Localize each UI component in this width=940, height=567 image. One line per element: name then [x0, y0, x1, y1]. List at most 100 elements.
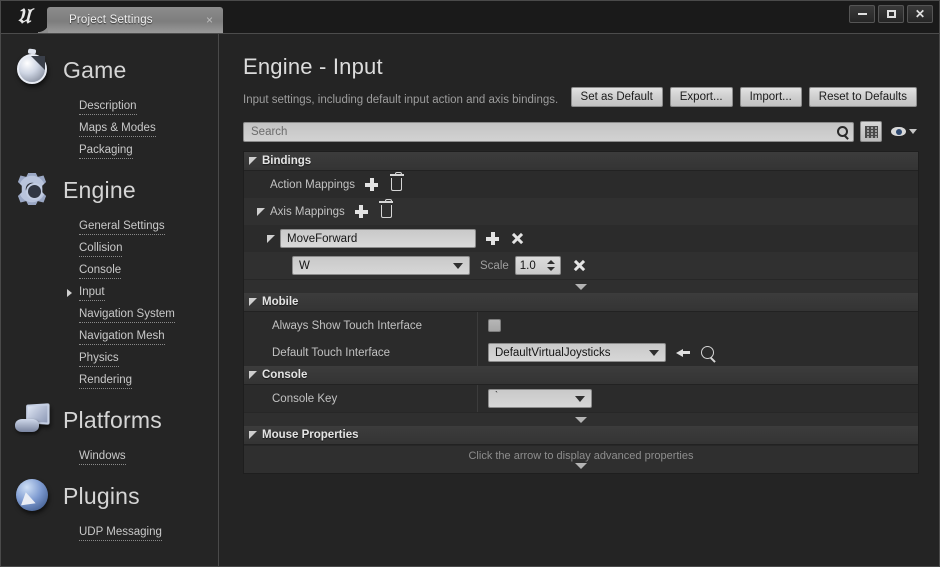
search-row: Search — [243, 121, 917, 142]
sidebar-item-label: Rendering — [79, 374, 133, 389]
section-header-mouse-properties[interactable]: Mouse Properties — [244, 426, 918, 445]
export-button[interactable]: Export... — [669, 87, 733, 107]
advanced-properties-hint: Click the arrow to display advanced prop… — [468, 450, 694, 462]
row-axis-key-binding: W Scale 1.0 — [244, 252, 918, 279]
chevron-right-icon[interactable] — [67, 289, 72, 297]
page-title: Engine - Input — [243, 54, 383, 79]
plus-icon[interactable] — [354, 205, 368, 218]
close-button[interactable]: ✕ — [907, 5, 933, 23]
minimize-icon — [857, 13, 867, 15]
sidebar-item-input[interactable]: Input — [1, 282, 218, 304]
action-mappings-label: Action Mappings — [270, 178, 356, 191]
section-body-bindings: Action Mappings Axis Mappings MoveForwar… — [244, 171, 918, 293]
plus-icon[interactable] — [486, 232, 499, 245]
close-icon[interactable]: × — [202, 14, 217, 26]
sidebar-item-navigation-system[interactable]: Navigation System — [1, 304, 218, 326]
row-action-mappings: Action Mappings — [244, 171, 918, 198]
console-advanced-toggle[interactable] — [244, 412, 918, 426]
sidebar-item-packaging[interactable]: Packaging — [1, 140, 218, 162]
use-selected-asset-icon[interactable] — [676, 347, 690, 359]
nav-group-header-game: Game — [1, 44, 218, 96]
maximize-button[interactable] — [878, 5, 904, 23]
nav-group-header-engine: Engine — [1, 164, 218, 216]
sidebar-item-label: General Settings — [79, 220, 165, 235]
sidebar-item-general-settings[interactable]: General Settings — [1, 216, 218, 238]
grid-view-button[interactable] — [860, 121, 882, 142]
close-icon[interactable] — [573, 260, 585, 272]
search-input[interactable]: Search — [243, 121, 854, 142]
trash-icon[interactable] — [379, 198, 394, 218]
chevron-expanded-icon[interactable] — [257, 207, 265, 216]
sidebar-item-udp-messaging[interactable]: UDP Messaging — [1, 522, 218, 544]
chevron-expanded-icon — [249, 298, 257, 306]
section-header-console[interactable]: Console — [244, 366, 918, 385]
sidebar-item-physics[interactable]: Physics — [1, 348, 218, 370]
section-title: Mouse Properties — [262, 429, 359, 441]
axis-mappings-label: Axis Mappings — [270, 205, 345, 218]
sidebar-item-label: Collision — [79, 242, 123, 257]
chevron-expanded-icon — [249, 371, 257, 379]
sidebar-item-console[interactable]: Console — [1, 260, 218, 282]
scale-label: Scale — [480, 259, 509, 272]
trash-icon[interactable] — [389, 171, 404, 191]
window-controls: ✕ — [849, 5, 933, 23]
section-header-mobile[interactable]: Mobile — [244, 293, 918, 312]
section-header-bindings[interactable]: Bindings — [244, 152, 918, 171]
nav-group-plugins: Plugins UDP Messaging — [1, 470, 218, 544]
import-button[interactable]: Import... — [739, 87, 802, 107]
sidebar-item-label: Input — [79, 286, 105, 301]
set-as-default-button[interactable]: Set as Default — [570, 87, 663, 107]
sidebar-item-label: UDP Messaging — [79, 526, 162, 541]
sidebar-item-description[interactable]: Description — [1, 96, 218, 118]
nav-group-title: Engine — [63, 176, 136, 203]
axis-name-input[interactable]: MoveForward — [280, 229, 476, 248]
nav-group-platforms: Platforms Windows — [1, 394, 218, 468]
sidebar-item-label: Physics — [79, 352, 119, 367]
sidebar-item-label: Navigation System — [79, 308, 175, 323]
bindings-advanced-toggle[interactable] — [244, 279, 918, 293]
close-icon[interactable] — [511, 233, 523, 245]
visibility-dropdown[interactable] — [888, 127, 917, 136]
sidebar-item-rendering[interactable]: Rendering — [1, 370, 218, 392]
key-select[interactable]: W — [292, 256, 470, 275]
sidebar-item-label: Windows — [79, 450, 126, 465]
section-body-console: Console Key ` — [244, 385, 918, 426]
property-value-cell: ` — [478, 385, 918, 412]
row-axis-mappings: Axis Mappings — [244, 198, 918, 225]
property-label: Console Key — [272, 392, 338, 405]
settings-toolbar: Set as Default Export... Import... Reset… — [570, 87, 917, 107]
mouse-advanced-toggle[interactable]: Click the arrow to display advanced prop… — [244, 445, 918, 473]
browse-asset-icon[interactable] — [701, 346, 714, 359]
section-title: Console — [262, 369, 308, 381]
sidebar-item-label: Packaging — [79, 144, 133, 159]
chevron-expanded-icon[interactable] — [267, 234, 275, 243]
sidebar-item-maps-and-modes[interactable]: Maps & Modes — [1, 118, 218, 140]
key-select-value: W — [299, 259, 310, 272]
nav-group-title: Plugins — [63, 482, 140, 509]
row-default-touch-interface: Default Touch Interface DefaultVirtualJo… — [244, 339, 918, 366]
scale-stepper[interactable]: 1.0 — [514, 256, 561, 275]
chevron-expanded-icon — [249, 431, 257, 439]
search-placeholder: Search — [251, 125, 288, 138]
plugin-icon — [11, 474, 55, 518]
sidebar-item-navigation-mesh[interactable]: Navigation Mesh — [1, 326, 218, 348]
plus-icon[interactable] — [365, 178, 379, 191]
title-bar: 𝔘 Project Settings × ✕ — [1, 1, 939, 33]
property-label: Default Touch Interface — [272, 346, 391, 359]
sidebar-item-windows[interactable]: Windows — [1, 446, 218, 468]
console-key-select[interactable]: ` — [488, 389, 592, 408]
reset-to-defaults-button[interactable]: Reset to Defaults — [808, 87, 917, 107]
sidebar-item-collision[interactable]: Collision — [1, 238, 218, 260]
default-touch-interface-select[interactable]: DefaultVirtualJoysticks — [488, 343, 666, 362]
minimize-button[interactable] — [849, 5, 875, 23]
tab-project-settings[interactable]: Project Settings × — [38, 7, 223, 33]
section-body-mouse-properties: Click the arrow to display advanced prop… — [244, 445, 918, 473]
chevron-down-icon — [575, 463, 587, 469]
stepper-arrows-icon[interactable] — [546, 260, 556, 271]
settings-sidebar: Game Description Maps & Modes Packaging … — [1, 34, 219, 566]
search-icon — [837, 125, 848, 137]
chevron-down-icon — [575, 395, 585, 402]
sidebar-item-label: Description — [79, 100, 137, 115]
always-show-touch-interface-checkbox[interactable] — [488, 319, 501, 332]
tab-label: Project Settings — [69, 14, 153, 26]
